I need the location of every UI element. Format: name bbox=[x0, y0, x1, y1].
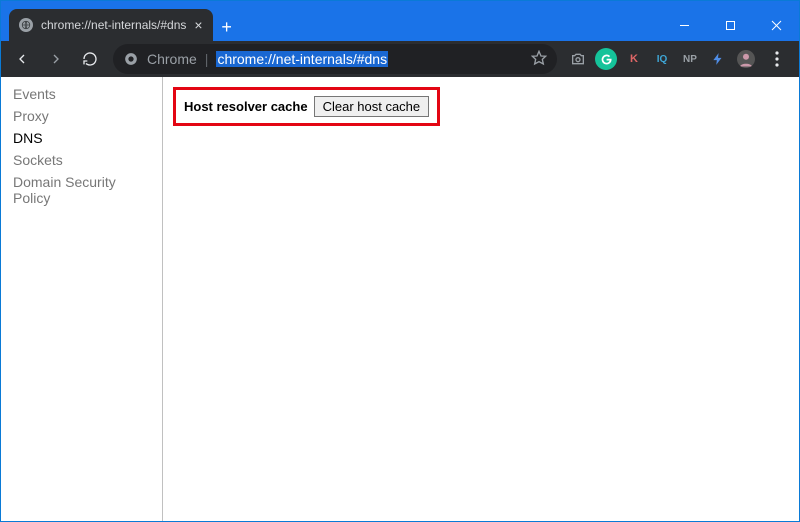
browser-toolbar: Chrome | chrome://net-internals/#dns K I… bbox=[1, 41, 799, 77]
sidebar-item-sockets[interactable]: Sockets bbox=[1, 149, 162, 171]
url-scheme-label: Chrome bbox=[147, 51, 197, 67]
browser-tab[interactable]: chrome://net-internals/#dns × bbox=[9, 9, 213, 41]
maximize-button[interactable] bbox=[707, 9, 753, 41]
reload-button[interactable] bbox=[75, 44, 105, 74]
window-titlebar: chrome://net-internals/#dns × + bbox=[1, 1, 799, 41]
tab-title: chrome://net-internals/#dns bbox=[41, 18, 186, 32]
globe-icon bbox=[19, 18, 33, 32]
url-separator: | bbox=[205, 51, 209, 67]
chrome-icon bbox=[123, 51, 139, 67]
back-button[interactable] bbox=[7, 44, 37, 74]
sidebar: Events Proxy DNS Sockets Domain Security… bbox=[1, 77, 163, 521]
window-controls bbox=[661, 9, 799, 41]
extension-np-icon[interactable]: NP bbox=[679, 48, 701, 70]
camera-icon[interactable] bbox=[567, 48, 589, 70]
sidebar-item-domain-security-policy[interactable]: Domain Security Policy bbox=[1, 171, 162, 209]
profile-avatar[interactable] bbox=[735, 48, 757, 70]
sidebar-item-events[interactable]: Events bbox=[1, 83, 162, 105]
sidebar-item-proxy[interactable]: Proxy bbox=[1, 105, 162, 127]
address-bar[interactable]: Chrome | chrome://net-internals/#dns bbox=[113, 44, 557, 74]
sidebar-item-dns[interactable]: DNS bbox=[1, 127, 162, 149]
close-window-button[interactable] bbox=[753, 9, 799, 41]
grammarly-icon[interactable] bbox=[595, 48, 617, 70]
page-content: Events Proxy DNS Sockets Domain Security… bbox=[1, 77, 799, 521]
main-panel: Host resolver cache Clear host cache bbox=[163, 77, 799, 521]
forward-button[interactable] bbox=[41, 44, 71, 74]
host-resolver-cache-section: Host resolver cache Clear host cache bbox=[173, 87, 440, 126]
tabs-area: chrome://net-internals/#dns × + bbox=[1, 1, 241, 41]
extension-k-icon[interactable]: K bbox=[623, 48, 645, 70]
url-text: chrome://net-internals/#dns bbox=[216, 51, 388, 67]
new-tab-button[interactable]: + bbox=[213, 13, 241, 41]
lightning-icon[interactable] bbox=[707, 48, 729, 70]
clear-host-cache-button[interactable]: Clear host cache bbox=[314, 96, 430, 117]
kebab-menu-icon[interactable] bbox=[763, 45, 791, 73]
close-tab-icon[interactable]: × bbox=[194, 18, 202, 32]
extension-iq-icon[interactable]: IQ bbox=[651, 48, 673, 70]
host-resolver-cache-label: Host resolver cache bbox=[184, 99, 308, 114]
minimize-button[interactable] bbox=[661, 9, 707, 41]
bookmark-star-icon[interactable] bbox=[531, 50, 547, 69]
extensions-area: K IQ NP bbox=[565, 45, 793, 73]
